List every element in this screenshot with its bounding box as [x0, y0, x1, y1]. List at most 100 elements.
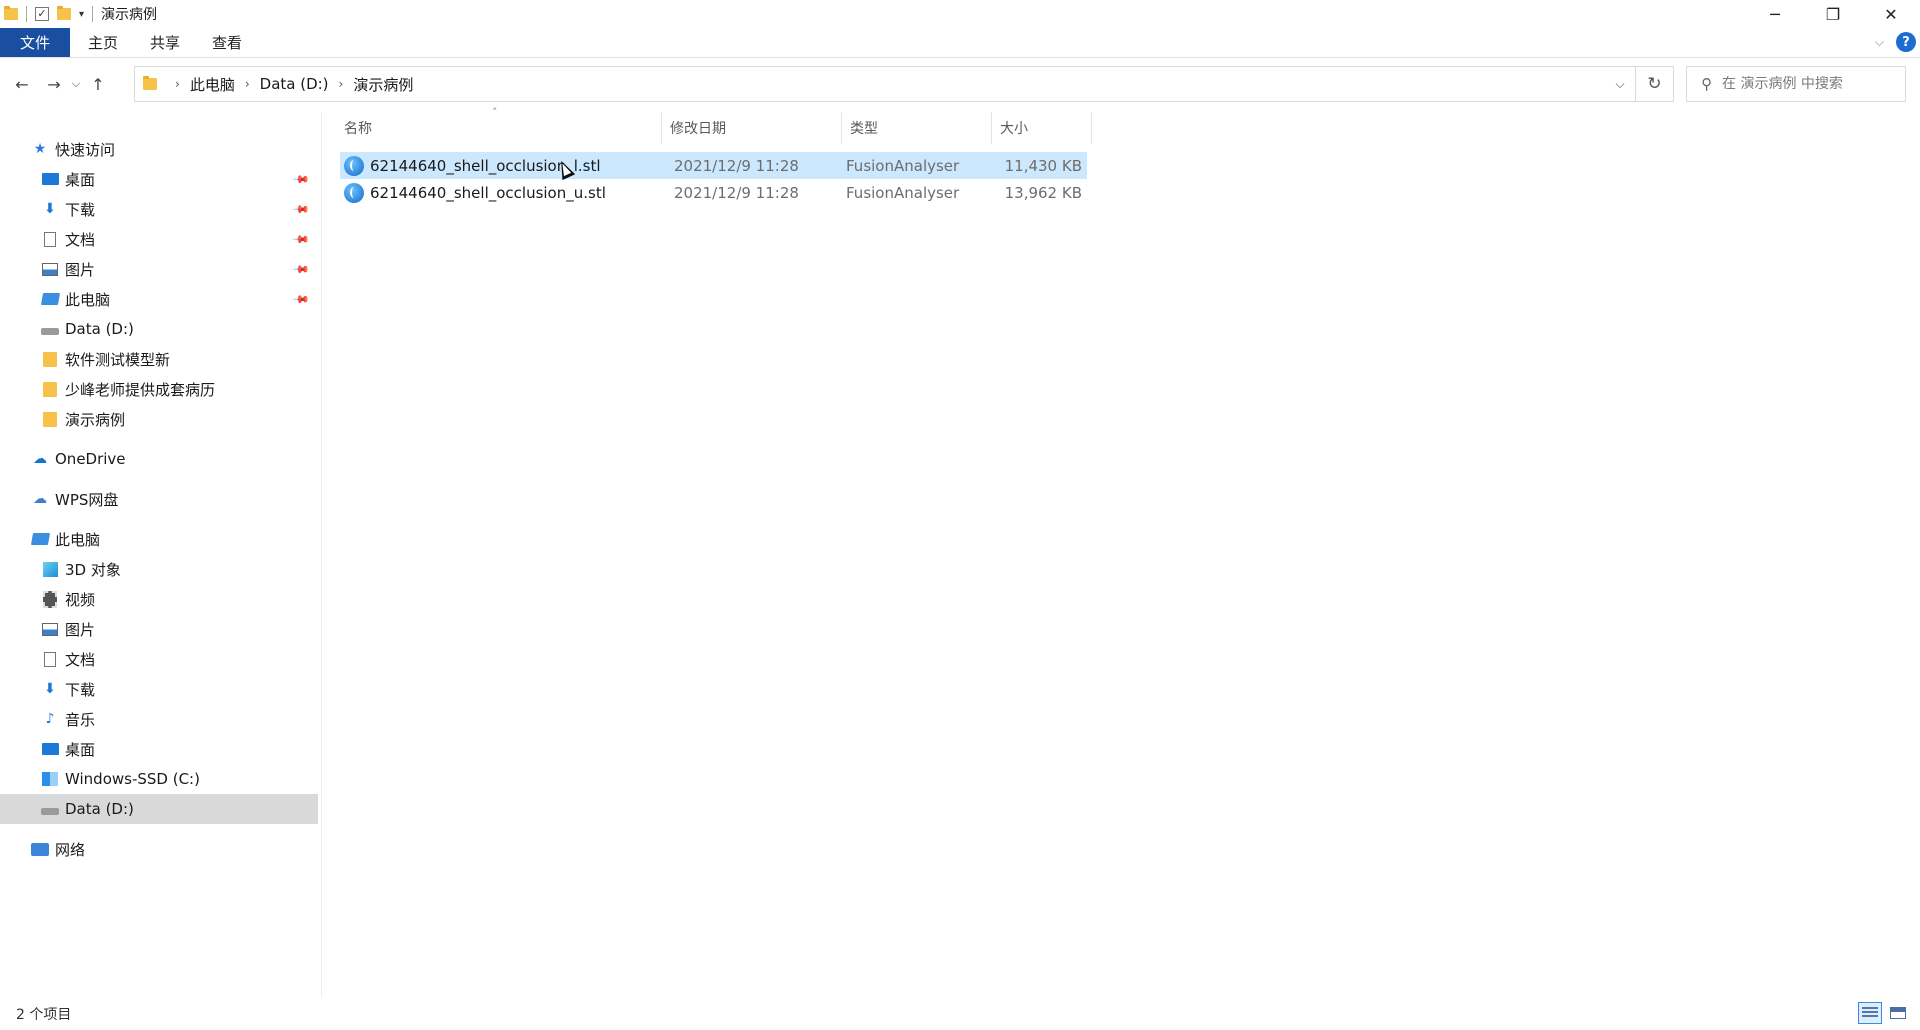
help-icon[interactable]: ? — [1896, 32, 1916, 52]
large-icons-view-button[interactable] — [1886, 1002, 1910, 1024]
sidebar-item-label: 视频 — [65, 590, 96, 609]
sidebar-item-downloads-pc[interactable]: ⬇ 下载 — [0, 674, 318, 704]
pin-icon[interactable]: 📌 — [292, 290, 311, 309]
properties-icon[interactable]: ✓ — [35, 7, 49, 21]
search-box[interactable]: ⚲ — [1686, 66, 1906, 102]
file-type: FusionAnalyser — [846, 156, 960, 175]
pin-icon[interactable]: 📌 — [292, 200, 311, 219]
sidebar-item-desktop-pc[interactable]: 桌面 — [0, 734, 318, 764]
refresh-icon[interactable]: ↻ — [1636, 66, 1674, 102]
cloud-icon: ☁ — [33, 451, 47, 467]
tab-file[interactable]: 文件 — [0, 28, 70, 57]
sidebar-item-label: 3D 对象 — [65, 560, 121, 579]
sidebar-item-label: 桌面 — [65, 170, 96, 189]
sidebar-item-wps-drive[interactable]: ☁ WPS网盘 — [0, 484, 318, 514]
details-view-button[interactable] — [1858, 1002, 1882, 1024]
file-size: 13,962 KB — [1004, 183, 1082, 202]
sidebar-item-quick-access[interactable]: ★ 快速访问 — [0, 134, 318, 164]
breadcrumb-current-folder[interactable]: 演示病例 — [353, 74, 413, 95]
sidebar-item-documents-pc[interactable]: 文档 — [0, 644, 318, 674]
breadcrumb-chevron-icon[interactable]: › — [339, 77, 344, 91]
ribbon-tabs: 文件 主页 共享 查看 ⌵ ? — [0, 28, 1920, 58]
search-input[interactable] — [1722, 76, 1892, 92]
sidebar-item-label: Windows-SSD (C:) — [65, 770, 200, 788]
back-arrow-icon[interactable]: ← — [8, 69, 36, 99]
sidebar-item-videos[interactable]: 视频 — [0, 584, 318, 614]
sidebar-item-music[interactable]: ♪ 音乐 — [0, 704, 318, 734]
customize-toolbar-dropdown-icon[interactable]: ▾ — [79, 9, 84, 20]
up-arrow-icon[interactable]: ↑ — [84, 69, 112, 99]
file-row[interactable]: 62144640_shell_occlusion_l.stl 2021/12/9… — [340, 152, 1087, 179]
sidebar-item-desktop[interactable]: 桌面 📌 — [0, 164, 318, 194]
pin-icon[interactable]: 📌 — [292, 260, 311, 279]
sidebar-item-3d-objects[interactable]: 3D 对象 — [0, 554, 318, 584]
tab-view[interactable]: 查看 — [196, 28, 258, 57]
sidebar-item-pictures[interactable]: 图片 📌 — [0, 254, 318, 284]
tab-share[interactable]: 共享 — [134, 28, 196, 57]
sidebar-item-label: 软件测试模型新 — [65, 350, 171, 369]
windows-drive-icon — [40, 770, 60, 788]
picture-icon — [40, 620, 60, 638]
window-controls: ─ ❐ ✕ — [1746, 0, 1920, 28]
computer-icon — [30, 530, 50, 548]
large-icons-view-icon — [1890, 1007, 1906, 1019]
sidebar-item-pictures-pc[interactable]: 图片 — [0, 614, 318, 644]
sidebar-item-data-d-quick[interactable]: Data (D:) — [0, 314, 318, 344]
window-title: 演示病例 — [101, 7, 158, 23]
drive-icon — [40, 800, 60, 818]
sidebar-item-folder-demo-cases[interactable]: 演示病例 — [0, 404, 318, 434]
breadcrumb-chevron-icon[interactable]: › — [245, 77, 250, 91]
separator — [92, 6, 94, 22]
sidebar-item-label: 下载 — [65, 200, 96, 219]
address-dropdown-icon[interactable]: ⌵ — [1605, 67, 1635, 101]
column-header-date[interactable]: 修改日期 — [662, 112, 842, 144]
minimize-button[interactable]: ─ — [1746, 0, 1804, 28]
tab-home[interactable]: 主页 — [72, 28, 134, 57]
breadcrumb-this-pc[interactable]: 此电脑 — [190, 74, 235, 95]
sidebar-item-network[interactable]: 网络 — [0, 834, 318, 864]
pane-divider[interactable] — [321, 112, 322, 998]
sidebar-item-windows-ssd-c[interactable]: Windows-SSD (C:) — [0, 764, 318, 794]
folder-icon[interactable] — [4, 6, 18, 20]
file-row[interactable]: 62144640_shell_occlusion_u.stl 2021/12/9… — [340, 179, 1087, 206]
file-date: 2021/12/9 11:28 — [674, 156, 799, 175]
file-date: 2021/12/9 11:28 — [674, 183, 799, 202]
sidebar-item-folder-case-sets[interactable]: 少峰老师提供成套病历 — [0, 374, 318, 404]
sidebar-item-label: 少峰老师提供成套病历 — [65, 380, 216, 399]
forward-arrow-icon[interactable]: → — [40, 69, 68, 99]
sidebar-item-label: 图片 — [65, 260, 96, 279]
column-header-type[interactable]: 类型 — [842, 112, 992, 144]
folder-icon — [40, 410, 60, 428]
sidebar-item-this-pc-quick[interactable]: 此电脑 📌 — [0, 284, 318, 314]
expand-ribbon-icon[interactable]: ⌵ — [1875, 35, 1884, 50]
breadcrumb-data-d[interactable]: Data (D:) — [260, 75, 329, 93]
sidebar-item-label: 桌面 — [65, 740, 96, 759]
maximize-button[interactable]: ❐ — [1804, 0, 1862, 28]
sidebar-item-folder-test-models[interactable]: 软件测试模型新 — [0, 344, 318, 374]
sidebar-item-label: Data (D:) — [65, 320, 134, 338]
fusion-analyser-file-icon — [344, 182, 364, 203]
sidebar-item-onedrive[interactable]: ☁ OneDrive — [0, 444, 318, 474]
column-header-name[interactable]: 名称 — [336, 112, 662, 144]
navigation-bar: ← → ⌵ ↑ › 此电脑 › Data (D:) › 演示病例 ⌵ ↻ ⚲ — [0, 64, 1920, 104]
star-icon: ★ — [33, 141, 47, 157]
column-header-size[interactable]: 大小 — [992, 112, 1092, 144]
sidebar-item-data-d[interactable]: Data (D:) — [0, 794, 318, 824]
address-bar[interactable]: › 此电脑 › Data (D:) › 演示病例 ⌵ — [134, 66, 1636, 102]
file-type: FusionAnalyser — [846, 183, 960, 202]
sidebar-item-label: WPS网盘 — [55, 490, 119, 509]
close-button[interactable]: ✕ — [1862, 0, 1920, 28]
pin-icon[interactable]: 📌 — [292, 170, 311, 189]
fusion-analyser-file-icon — [344, 155, 364, 176]
pin-icon[interactable]: 📌 — [292, 230, 311, 249]
sidebar-item-label: 快速访问 — [55, 140, 116, 159]
sidebar-item-label: 网络 — [55, 840, 86, 859]
3d-objects-icon — [40, 560, 60, 578]
recent-locations-icon[interactable]: ⌵ — [68, 69, 84, 99]
view-toggle — [1858, 1002, 1910, 1024]
breadcrumb-chevron-icon[interactable]: › — [175, 77, 180, 91]
sidebar-item-downloads[interactable]: ⬇ 下载 📌 — [0, 194, 318, 224]
sidebar-item-this-pc[interactable]: 此电脑 — [0, 524, 318, 554]
sidebar-item-documents[interactable]: 文档 📌 — [0, 224, 318, 254]
new-folder-icon[interactable] — [57, 6, 71, 20]
